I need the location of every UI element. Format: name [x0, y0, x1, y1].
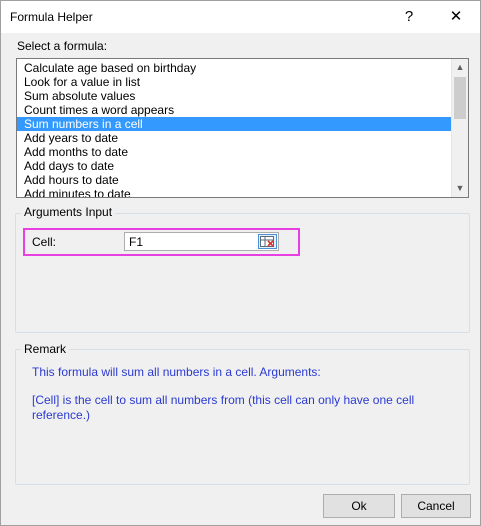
formula-helper-dialog: Formula Helper ? ✕ Select a formula: Cal… — [0, 0, 481, 526]
remark-legend: Remark — [21, 342, 70, 356]
list-item[interactable]: Add months to date — [17, 145, 452, 159]
scroll-down-arrow-icon[interactable]: ▼ — [452, 180, 468, 197]
list-item[interactable]: Sum absolute values — [17, 89, 452, 103]
list-item-selected[interactable]: Sum numbers in a cell — [17, 117, 452, 131]
help-button[interactable]: ? — [395, 4, 423, 30]
remark-line-1: This formula will sum all numbers in a c… — [32, 365, 321, 379]
scroll-up-arrow-icon[interactable]: ▲ — [452, 59, 468, 76]
list-item[interactable]: Count times a word appears — [17, 103, 452, 117]
remark-line-2: [Cell] is the cell to sum all numbers fr… — [32, 393, 415, 422]
list-scrollbar[interactable]: ▲ ▼ — [451, 59, 468, 197]
formula-list-items: Calculate age based on birthday Look for… — [17, 61, 452, 197]
arguments-input-legend: Arguments Input — [21, 205, 116, 219]
cell-input-value: F1 — [129, 235, 144, 249]
range-picker-icon[interactable] — [258, 234, 277, 249]
list-item[interactable]: Add minutes to date — [17, 187, 452, 197]
scroll-thumb[interactable] — [454, 77, 466, 119]
cancel-button[interactable]: Cancel — [401, 494, 471, 518]
title-bar: Formula Helper ? ✕ — [1, 1, 480, 33]
list-item[interactable]: Add hours to date — [17, 173, 452, 187]
formula-listbox[interactable]: Calculate age based on birthday Look for… — [16, 58, 469, 198]
list-item[interactable]: Add years to date — [17, 131, 452, 145]
cell-input[interactable]: F1 — [124, 232, 279, 251]
list-item[interactable]: Calculate age based on birthday — [17, 61, 452, 75]
list-item[interactable]: Look for a value in list — [17, 75, 452, 89]
close-button[interactable]: ✕ — [441, 4, 471, 30]
select-formula-label: Select a formula: — [17, 39, 108, 53]
cell-label: Cell: — [32, 235, 57, 249]
list-item[interactable]: Add days to date — [17, 159, 452, 173]
dialog-title: Formula Helper — [10, 10, 93, 24]
ok-button[interactable]: Ok — [323, 494, 395, 518]
range-picker-icon-graphic — [260, 236, 274, 247]
